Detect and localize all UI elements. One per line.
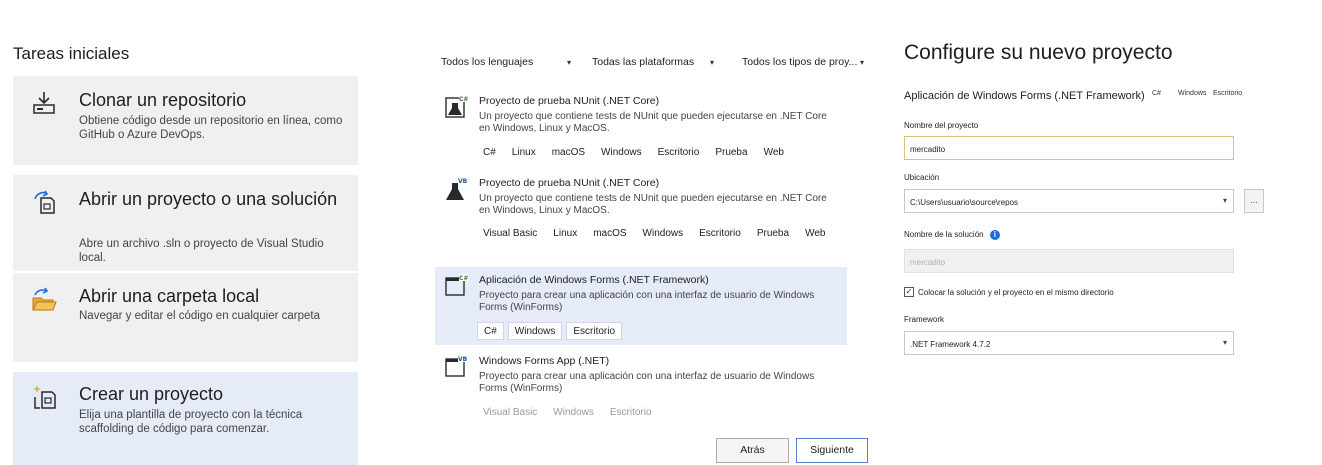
- tag: Linux: [553, 228, 578, 239]
- same-dir-label: Colocar la solución y el proyecto en el …: [918, 288, 1114, 297]
- tag: Windows: [642, 228, 684, 239]
- template-tags: Visual Basic Windows Escritorio: [477, 404, 837, 422]
- template-item-selected[interactable]: C# Aplicación de Windows Forms (.NET Fra…: [435, 267, 847, 345]
- vb-test-icon: VB: [446, 177, 468, 200]
- svg-text:VB: VB: [458, 356, 468, 363]
- template-name: Windows Forms App (.NET): [479, 355, 610, 367]
- template-desc: Un proyecto que contiene tests de NUnit …: [479, 111, 827, 134]
- template-desc: Un proyecto que contiene tests de NUnit …: [479, 193, 827, 216]
- browse-button[interactable]: ...: [1244, 189, 1264, 213]
- template-item[interactable]: VB Windows Forms App (.NET) Proyecto par…: [435, 348, 847, 428]
- start-panel: Tareas iniciales Clonar un repositorio O…: [0, 0, 370, 465]
- tag: Visual Basic: [483, 407, 538, 418]
- framework-select[interactable]: .NET Framework 4.7.2 ▾: [904, 331, 1234, 355]
- task-open-project[interactable]: Abrir un proyecto o una solución Abre un…: [13, 175, 358, 271]
- template-desc: Proyecto para crear una aplicación con u…: [479, 290, 815, 313]
- configure-title: Configure su nuevo proyecto: [904, 41, 1173, 64]
- configure-tag: Escritorio: [1213, 90, 1243, 97]
- tag: Linux: [511, 147, 536, 158]
- open-folder-icon: [32, 287, 57, 311]
- platform-filter-value: Todas las plataformas: [592, 56, 695, 68]
- task-desc: Abre un archivo .sln o proyecto de Visua…: [79, 238, 324, 264]
- task-title: Crear un proyecto: [79, 384, 224, 404]
- task-clone-repo[interactable]: Clonar un repositorio Obtiene código des…: [13, 76, 358, 165]
- tag: Web: [763, 147, 784, 158]
- tag: macOS: [551, 147, 586, 158]
- same-dir-checkbox[interactable]: ✓: [904, 287, 914, 297]
- svg-text:VB: VB: [458, 178, 468, 185]
- tag: macOS: [593, 228, 627, 239]
- next-button[interactable]: Siguiente: [796, 438, 868, 463]
- configure-tag: C#: [1152, 90, 1161, 97]
- framework-label: Framework: [904, 315, 945, 324]
- template-name: Proyecto de prueba NUnit (.NET Core): [479, 95, 660, 107]
- project-name-value: mercadito: [910, 145, 946, 154]
- task-create-project[interactable]: Crear un proyecto Elija una plantilla de…: [13, 372, 358, 465]
- tag: Prueba: [715, 147, 748, 158]
- tag: Web: [805, 228, 826, 239]
- template-tags: C# Windows Escritorio: [477, 322, 837, 340]
- task-title: Abrir un proyecto o una solución: [79, 189, 338, 209]
- template-name: Aplicación de Windows Forms (.NET Framew…: [479, 274, 709, 286]
- tag: Escritorio: [609, 407, 652, 418]
- template-item[interactable]: C# Proyecto de prueba NUnit (.NET Core) …: [435, 88, 847, 166]
- location-value: C:\Users\usuario\source\repos: [910, 198, 1019, 207]
- svg-text:C#: C#: [459, 96, 468, 103]
- framework-value: .NET Framework 4.7.2: [910, 340, 991, 349]
- tag: Prueba: [756, 228, 790, 239]
- back-button[interactable]: Atrás: [716, 438, 789, 463]
- project-name-input[interactable]: mercadito: [904, 136, 1234, 160]
- language-filter-value: Todos los lenguajes: [441, 56, 534, 68]
- template-tags: C# Linux macOS Windows Escritorio Prueba…: [477, 144, 837, 162]
- chevron-down-icon: ▾: [1222, 196, 1227, 205]
- configure-template-name: Aplicación de Windows Forms (.NET Framew…: [904, 90, 1145, 102]
- configure-panel: Configure su nuevo proyecto Aplicación d…: [882, 10, 1290, 465]
- chevron-down-icon: ▾: [1222, 338, 1227, 347]
- template-name: Proyecto de prueba NUnit (.NET Core): [479, 177, 660, 189]
- start-title: Tareas iniciales: [13, 44, 130, 63]
- location-label: Ubicación: [904, 173, 940, 182]
- tag: Escritorio: [657, 147, 700, 158]
- chevron-down-icon: ▾: [567, 58, 572, 67]
- task-open-folder[interactable]: Abrir una carpeta local Navegar y editar…: [13, 273, 358, 362]
- tag: Visual Basic: [483, 228, 538, 239]
- solution-name-label: Nombre de la solución i: [904, 230, 1000, 240]
- solution-name-label-text: Nombre de la solución: [904, 230, 984, 240]
- solution-name-value: mercadito: [910, 258, 946, 267]
- tag: Escritorio: [566, 322, 623, 340]
- new-project-icon: [33, 385, 56, 409]
- csharp-test-icon: C#: [445, 95, 468, 118]
- clone-icon: [33, 92, 55, 114]
- svg-text:C#: C#: [459, 275, 468, 282]
- solution-name-input: mercadito: [904, 249, 1234, 273]
- tag: Escritorio: [699, 228, 741, 239]
- template-tags: Visual Basic Linux macOS Windows Escrito…: [477, 225, 837, 243]
- tag: Windows: [507, 322, 563, 340]
- configure-tag: Windows: [1178, 90, 1207, 97]
- vb-winforms-icon: VB: [445, 355, 468, 377]
- templates-panel: Todos los lenguajes ▾ Todas las platafor…: [432, 0, 880, 465]
- tag: Windows: [553, 407, 594, 418]
- chevron-down-icon: ▾: [860, 58, 865, 67]
- platform-filter[interactable]: Todas las plataformas ▾: [592, 56, 732, 74]
- template-desc: Proyecto para crear una aplicación con u…: [479, 371, 815, 394]
- task-desc: Navegar y editar el código en cualquier …: [79, 310, 321, 322]
- language-filter[interactable]: Todos los lenguajes ▾: [441, 56, 581, 74]
- type-filter[interactable]: Todos los tipos de proy... ▾: [742, 56, 872, 74]
- info-icon[interactable]: i: [989, 230, 1000, 240]
- open-project-icon: [34, 190, 55, 214]
- project-name-label: Nombre del proyecto: [904, 121, 979, 130]
- location-select[interactable]: C:\Users\usuario\source\repos ▾: [904, 189, 1234, 213]
- tag: C#: [483, 147, 496, 158]
- task-desc: Obtiene código desde un repositorio en l…: [79, 115, 343, 141]
- tag: C#: [477, 322, 504, 340]
- template-item[interactable]: VB Proyecto de prueba NUnit (.NET Core) …: [435, 170, 847, 262]
- task-desc: Elija una plantilla de proyecto con la t…: [79, 409, 303, 435]
- tag: Windows: [601, 147, 642, 158]
- chevron-down-icon: ▾: [710, 58, 715, 67]
- csharp-winforms-icon: C#: [445, 274, 468, 296]
- task-title: Clonar un repositorio: [79, 90, 247, 110]
- type-filter-value: Todos los tipos de proy...: [742, 56, 858, 68]
- task-title: Abrir una carpeta local: [79, 286, 260, 306]
